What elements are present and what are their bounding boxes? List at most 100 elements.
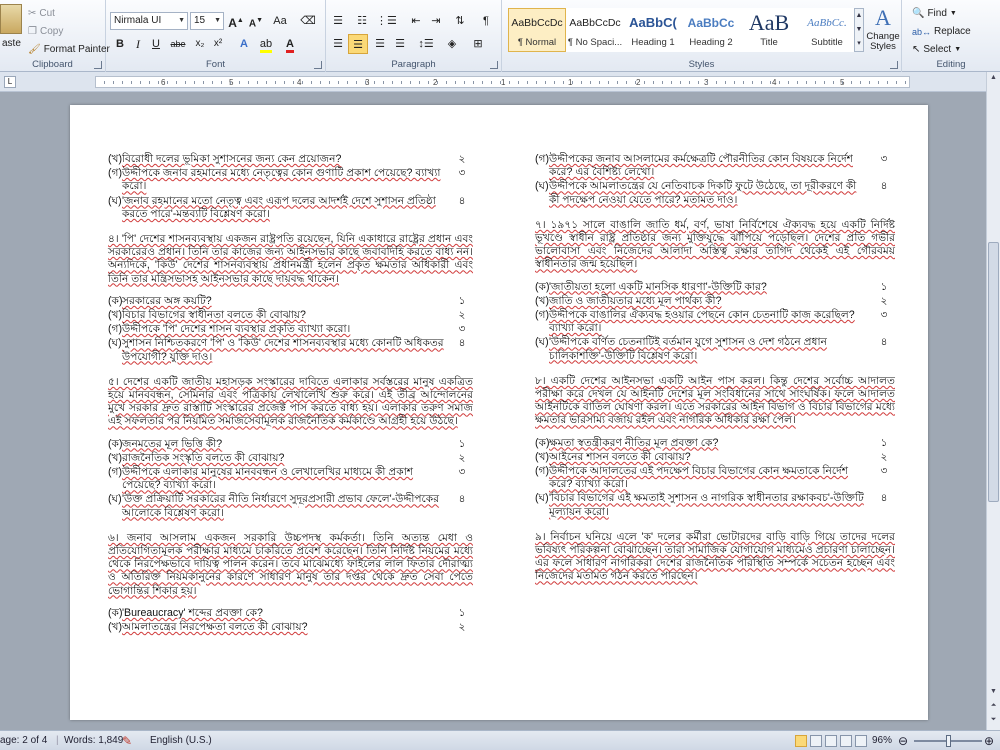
ruler-tick — [356, 81, 357, 84]
outline-view-icon[interactable] — [840, 735, 852, 747]
ruler-tick — [518, 81, 519, 84]
increase-indent-button[interactable]: ⇥ — [426, 11, 446, 31]
vertical-scrollbar[interactable]: ▲ ▼ ⏶ ⏷ — [986, 72, 1000, 730]
styles-group-label: Styles — [688, 59, 715, 70]
question-text: 'উদ্দীপকে বর্ণিত চেতনাটিই বর্তমান যুগে স… — [549, 336, 827, 362]
subscript-button[interactable]: x₂ — [190, 34, 210, 54]
bullets-button[interactable]: ☰ — [328, 11, 348, 31]
style-6[interactable]: AaBbCc. Subtitle — [798, 8, 856, 52]
paste-button[interactable]: aste — [0, 34, 23, 54]
question-mark: ৪ — [880, 492, 888, 505]
full-screen-reading-icon[interactable] — [810, 735, 822, 747]
ruler-tick — [482, 81, 483, 84]
style-2[interactable]: AaBbCcDc ¶ No Spaci... — [566, 8, 624, 52]
font-color-button[interactable]: A — [280, 34, 300, 54]
text-effects-button[interactable]: A — [234, 34, 254, 54]
zoom-slider-thumb[interactable] — [946, 735, 951, 747]
ruler-tick — [716, 81, 717, 84]
bold-button[interactable]: B — [110, 34, 130, 54]
draft-view-icon[interactable] — [855, 735, 867, 747]
font-launcher-icon[interactable] — [314, 61, 322, 69]
previous-page-icon[interactable]: ⏶ — [988, 702, 999, 714]
highlight-button[interactable]: ab — [256, 34, 276, 54]
styles-launcher-icon[interactable] — [890, 61, 898, 69]
question-label: (খ) — [535, 294, 550, 307]
sort-button[interactable]: ⇅ — [450, 11, 470, 31]
horizontal-ruler[interactable]: L 65432112345 — [0, 72, 1000, 92]
format-painter-button[interactable]: 🖌 Format Painter — [26, 40, 112, 60]
zoom-out-icon[interactable]: ⊖ — [898, 731, 908, 750]
copy-button[interactable]: ❐ Copy — [26, 22, 65, 42]
ruler-tick — [392, 81, 393, 84]
italic-button[interactable]: I — [128, 34, 148, 54]
scroll-up-icon[interactable]: ▲ — [988, 74, 999, 86]
paste-label: aste — [2, 38, 21, 49]
change-case-button[interactable]: Aa — [268, 11, 292, 31]
next-page-icon[interactable]: ⏷ — [988, 716, 999, 728]
numbering-button[interactable]: ☷ — [352, 11, 372, 31]
style-1[interactable]: AaBbCcDc ¶ Normal — [508, 8, 566, 52]
proofing-error-icon[interactable]: ✎ — [122, 731, 132, 750]
align-right-button[interactable]: ☰ — [370, 34, 390, 54]
find-button[interactable]: 🔍 Find ▼ — [910, 4, 959, 24]
scissors-icon: ✂ — [28, 8, 37, 19]
align-left-button[interactable]: ☰ — [328, 34, 348, 54]
style-3[interactable]: AaBbC(Heading 1 — [624, 8, 682, 52]
cursor-icon: ↖ — [912, 44, 921, 55]
line-spacing-button[interactable]: ↕☰ — [416, 34, 436, 54]
align-center-button[interactable]: ☰ — [348, 34, 368, 54]
tab-selector-icon[interactable]: L — [4, 76, 16, 88]
ruler-tick — [239, 81, 240, 84]
question-mark: ৩ — [458, 167, 466, 180]
select-button[interactable]: ↖ Select ▼ — [910, 40, 963, 60]
zoom-slider[interactable] — [914, 735, 982, 747]
font-size-combo[interactable]: 15 ▼ — [190, 12, 224, 30]
cut-button[interactable]: ✂ Cut — [26, 4, 57, 24]
scroll-thumb[interactable] — [988, 242, 999, 502]
multilevel-list-button[interactable]: ⋮☰ — [376, 11, 397, 31]
ruler-tick — [806, 81, 807, 84]
style-preview: AaBbCcDc — [569, 17, 621, 29]
stimulus-paragraph: ৫। দেশের একটি জাতীয় মহাসড়ক সংস্কারের দ… — [108, 375, 473, 428]
style-4[interactable]: AaBbCc Heading 2 — [682, 8, 740, 52]
underline-button[interactable]: U — [146, 34, 166, 54]
page-count[interactable]: age: 2 of 4 — [0, 731, 47, 750]
copy-icon: ❐ — [28, 26, 37, 37]
question-text: 'উক্ত প্রক্রিয়াটি সরকারের নীতি নির্ধারণ… — [122, 493, 440, 519]
grow-font-button[interactable]: A▲ — [226, 11, 246, 31]
change-styles-button[interactable]: A Change Styles — [866, 4, 900, 58]
justify-button[interactable]: ☰ — [390, 34, 410, 54]
zoom-level[interactable]: 96% — [872, 731, 892, 750]
paragraph-launcher-icon[interactable] — [490, 61, 498, 69]
ruler-tick — [320, 81, 321, 84]
decrease-indent-button[interactable]: ⇤ — [406, 11, 426, 31]
gallery-scroll[interactable]: ▲ ▼ ▾ — [854, 8, 864, 52]
question-text: রাজনৈতিক সংস্কৃতি বলতে কী বোঝায়? — [122, 451, 285, 464]
clear-formatting-button[interactable]: ⌫ — [298, 11, 318, 31]
font-size-value: 15 — [194, 15, 206, 26]
word-count[interactable]: Words: 1,849 — [64, 731, 123, 750]
show-formatting-button[interactable]: ¶ — [476, 11, 496, 31]
borders-button[interactable]: ⊞ — [468, 34, 488, 54]
superscript-button[interactable]: x² — [208, 34, 228, 54]
grow-font-icon: A — [228, 16, 237, 30]
document-page[interactable]: (খ) বিরোধী দলের ভূমিকা সুশাসনের জন্য কেন … — [70, 105, 928, 720]
question-mark: ৪ — [880, 180, 888, 193]
shrink-font-button[interactable]: A▼ — [246, 11, 266, 31]
stimulus-paragraph: ৬। জনাব আসলাম একজন সরকারি উচ্চপদস্থ কর্ম… — [108, 531, 473, 597]
font-name-combo[interactable]: Nirmala UI ▼ — [110, 12, 188, 30]
print-layout-view-icon[interactable] — [795, 735, 807, 747]
style-name: Subtitle — [811, 37, 843, 48]
scroll-down-icon[interactable]: ▼ — [988, 688, 999, 700]
question-label: (ক) — [108, 606, 123, 619]
shading-button[interactable]: ◈ — [442, 34, 462, 54]
strikethrough-button[interactable]: abe — [166, 34, 190, 54]
web-layout-icon[interactable] — [825, 735, 837, 747]
strikethrough-icon: abe — [170, 39, 186, 49]
clipboard-launcher-icon[interactable] — [94, 61, 102, 69]
language-indicator[interactable]: English (U.S.) — [150, 731, 212, 750]
page-count-label: age: 2 of 4 — [0, 735, 48, 746]
zoom-in-icon[interactable]: ⊕ — [984, 731, 994, 750]
replace-button[interactable]: ab↔ Replace — [910, 22, 973, 42]
style-5[interactable]: AaB Title — [740, 8, 798, 52]
